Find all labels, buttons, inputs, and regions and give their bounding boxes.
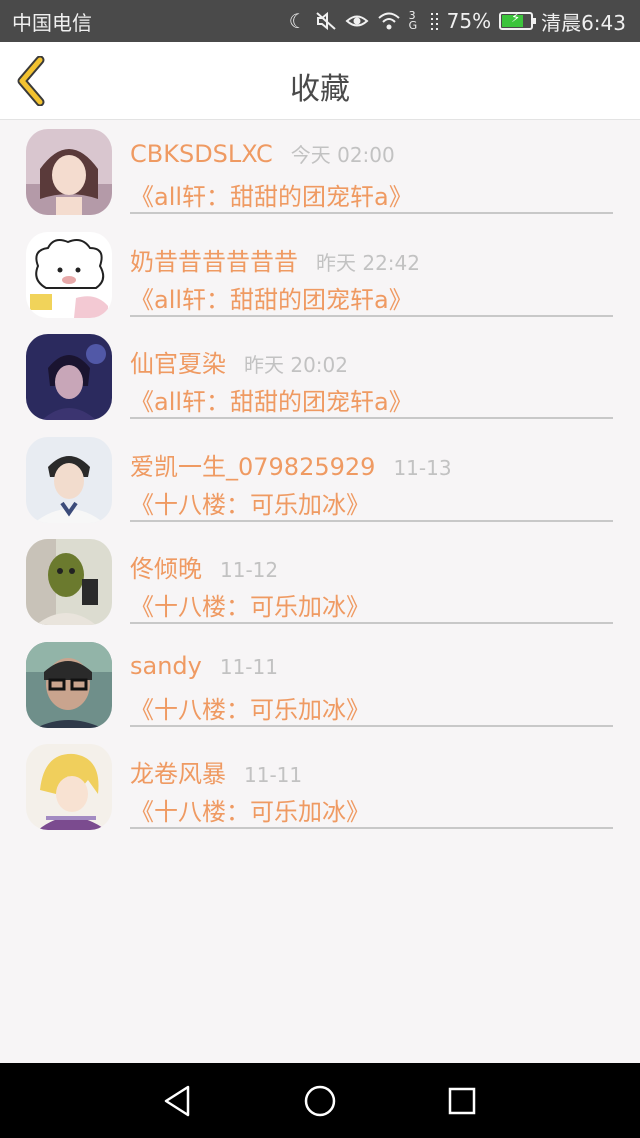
book-title[interactable]: 《all轩：甜甜的团宠轩a》 (130, 382, 413, 417)
list-item[interactable]: 龙卷风暴 11-11 《十八楼：可乐加冰》 (0, 736, 640, 839)
back-triangle-icon (164, 1085, 190, 1117)
timestamp: 昨天 22:42 (316, 250, 420, 275)
clock: 清晨6:43 (541, 10, 626, 35)
username[interactable]: 仙官夏染 (130, 344, 226, 379)
item-body: 龙卷风暴 11-11 《十八楼：可乐加冰》 (130, 736, 613, 829)
mute-icon (315, 11, 336, 31)
username[interactable]: sandy (130, 652, 202, 680)
username[interactable]: 爱凯一生_079825929 (130, 447, 375, 482)
moon-icon: ☾ (288, 9, 307, 33)
battery-icon: ⚡ (499, 11, 537, 30)
book-title[interactable]: 《十八楼：可乐加冰》 (130, 485, 370, 520)
timestamp: 11-11 (219, 654, 278, 679)
username[interactable]: 龙卷风暴 (130, 754, 226, 789)
eye-icon (345, 15, 369, 27)
book-title[interactable]: 《十八楼：可乐加冰》 (130, 792, 370, 827)
list-item[interactable]: 仙官夏染 昨天 20:02 《all轩：甜甜的团宠轩a》 (0, 326, 640, 429)
signal-icon (430, 13, 438, 30)
item-body: 奶昔昔昔昔昔昔 昨天 22:42 《all轩：甜甜的团宠轩a》 (130, 224, 613, 317)
list-item[interactable]: 佟倾晚 11-12 《十八楼：可乐加冰》 (0, 531, 640, 634)
item-meta: 奶昔昔昔昔昔昔 昨天 22:42 (130, 242, 420, 277)
timestamp: 昨天 20:02 (244, 353, 348, 377)
list-item[interactable]: sandy 11-11 《十八楼：可乐加冰》 (0, 634, 640, 737)
item-meta: sandy 11-11 (130, 652, 278, 680)
username[interactable]: 奶昔昔昔昔昔昔 (130, 242, 298, 277)
item-body: CBKSDSLXC 今天 02:00 《all轩：甜甜的团宠轩a》 (130, 121, 613, 214)
status-bar: 中国电信 ☾ 3G 75% ⚡ 清晨6:43 (0, 0, 640, 42)
book-title[interactable]: 《all轩：甜甜的团宠轩a》 (130, 177, 413, 212)
item-meta: 佟倾晚 11-12 (130, 549, 278, 584)
wifi-icon (377, 12, 400, 30)
favorites-list: CBKSDSLXC 今天 02:00 《all轩：甜甜的团宠轩a》 奶昔昔昔昔昔昔 昨天… (0, 121, 640, 839)
avatar[interactable] (26, 334, 112, 420)
avatar[interactable] (26, 231, 112, 318)
item-meta: 仙官夏染 昨天 20:02 (130, 344, 348, 379)
avatar[interactable] (26, 539, 112, 625)
item-meta: CBKSDSLXC 今天 02:00 (130, 139, 395, 168)
carrier-label: 中国电信 (12, 10, 92, 35)
header: 收藏 (0, 42, 640, 120)
nav-home-button[interactable] (300, 1081, 340, 1121)
battery-percent: 75% (446, 9, 492, 33)
book-title[interactable]: 《十八楼：可乐加冰》 (130, 690, 370, 725)
timestamp: 今天 02:00 (290, 143, 395, 167)
list-item[interactable]: 奶昔昔昔昔昔昔 昨天 22:42 《all轩：甜甜的团宠轩a》 (0, 224, 640, 327)
status-icons: ☾ 3G 75% ⚡ 清晨6:43 (289, 7, 626, 36)
timestamp: 11-12 (220, 558, 279, 582)
username[interactable]: CBKSDSLXC (130, 140, 273, 168)
item-meta: 爱凯一生_079825929 11-13 (130, 447, 452, 482)
list-item[interactable]: CBKSDSLXC 今天 02:00 《all轩：甜甜的团宠轩a》 (0, 121, 640, 224)
page-title: 收藏 (290, 72, 350, 107)
list-item[interactable]: 爱凯一生_079825929 11-13 《十八楼：可乐加冰》 (0, 429, 640, 532)
network-type: 3G (408, 9, 418, 32)
timestamp: 11-13 (393, 455, 452, 480)
nav-back-button[interactable] (158, 1081, 198, 1121)
item-meta: 龙卷风暴 11-11 (130, 754, 302, 789)
book-title[interactable]: 《all轩：甜甜的团宠轩a》 (130, 280, 413, 315)
avatar[interactable] (26, 641, 112, 728)
item-body: 爱凯一生_079825929 11-13 《十八楼：可乐加冰》 (130, 429, 613, 522)
navigation-bar (0, 1063, 640, 1138)
username[interactable]: 佟倾晚 (130, 549, 202, 584)
nav-recents-button[interactable] (442, 1081, 482, 1121)
item-body: 仙官夏染 昨天 20:02 《all轩：甜甜的团宠轩a》 (130, 326, 613, 419)
home-circle-icon (304, 1085, 336, 1117)
avatar[interactable] (26, 436, 112, 523)
book-title[interactable]: 《十八楼：可乐加冰》 (130, 587, 370, 622)
timestamp: 11-11 (244, 763, 303, 787)
item-body: 佟倾晚 11-12 《十八楼：可乐加冰》 (130, 531, 613, 624)
avatar[interactable] (26, 744, 112, 830)
recents-square-icon (448, 1087, 476, 1115)
item-body: sandy 11-11 《十八楼：可乐加冰》 (130, 634, 613, 727)
avatar[interactable] (26, 129, 112, 215)
